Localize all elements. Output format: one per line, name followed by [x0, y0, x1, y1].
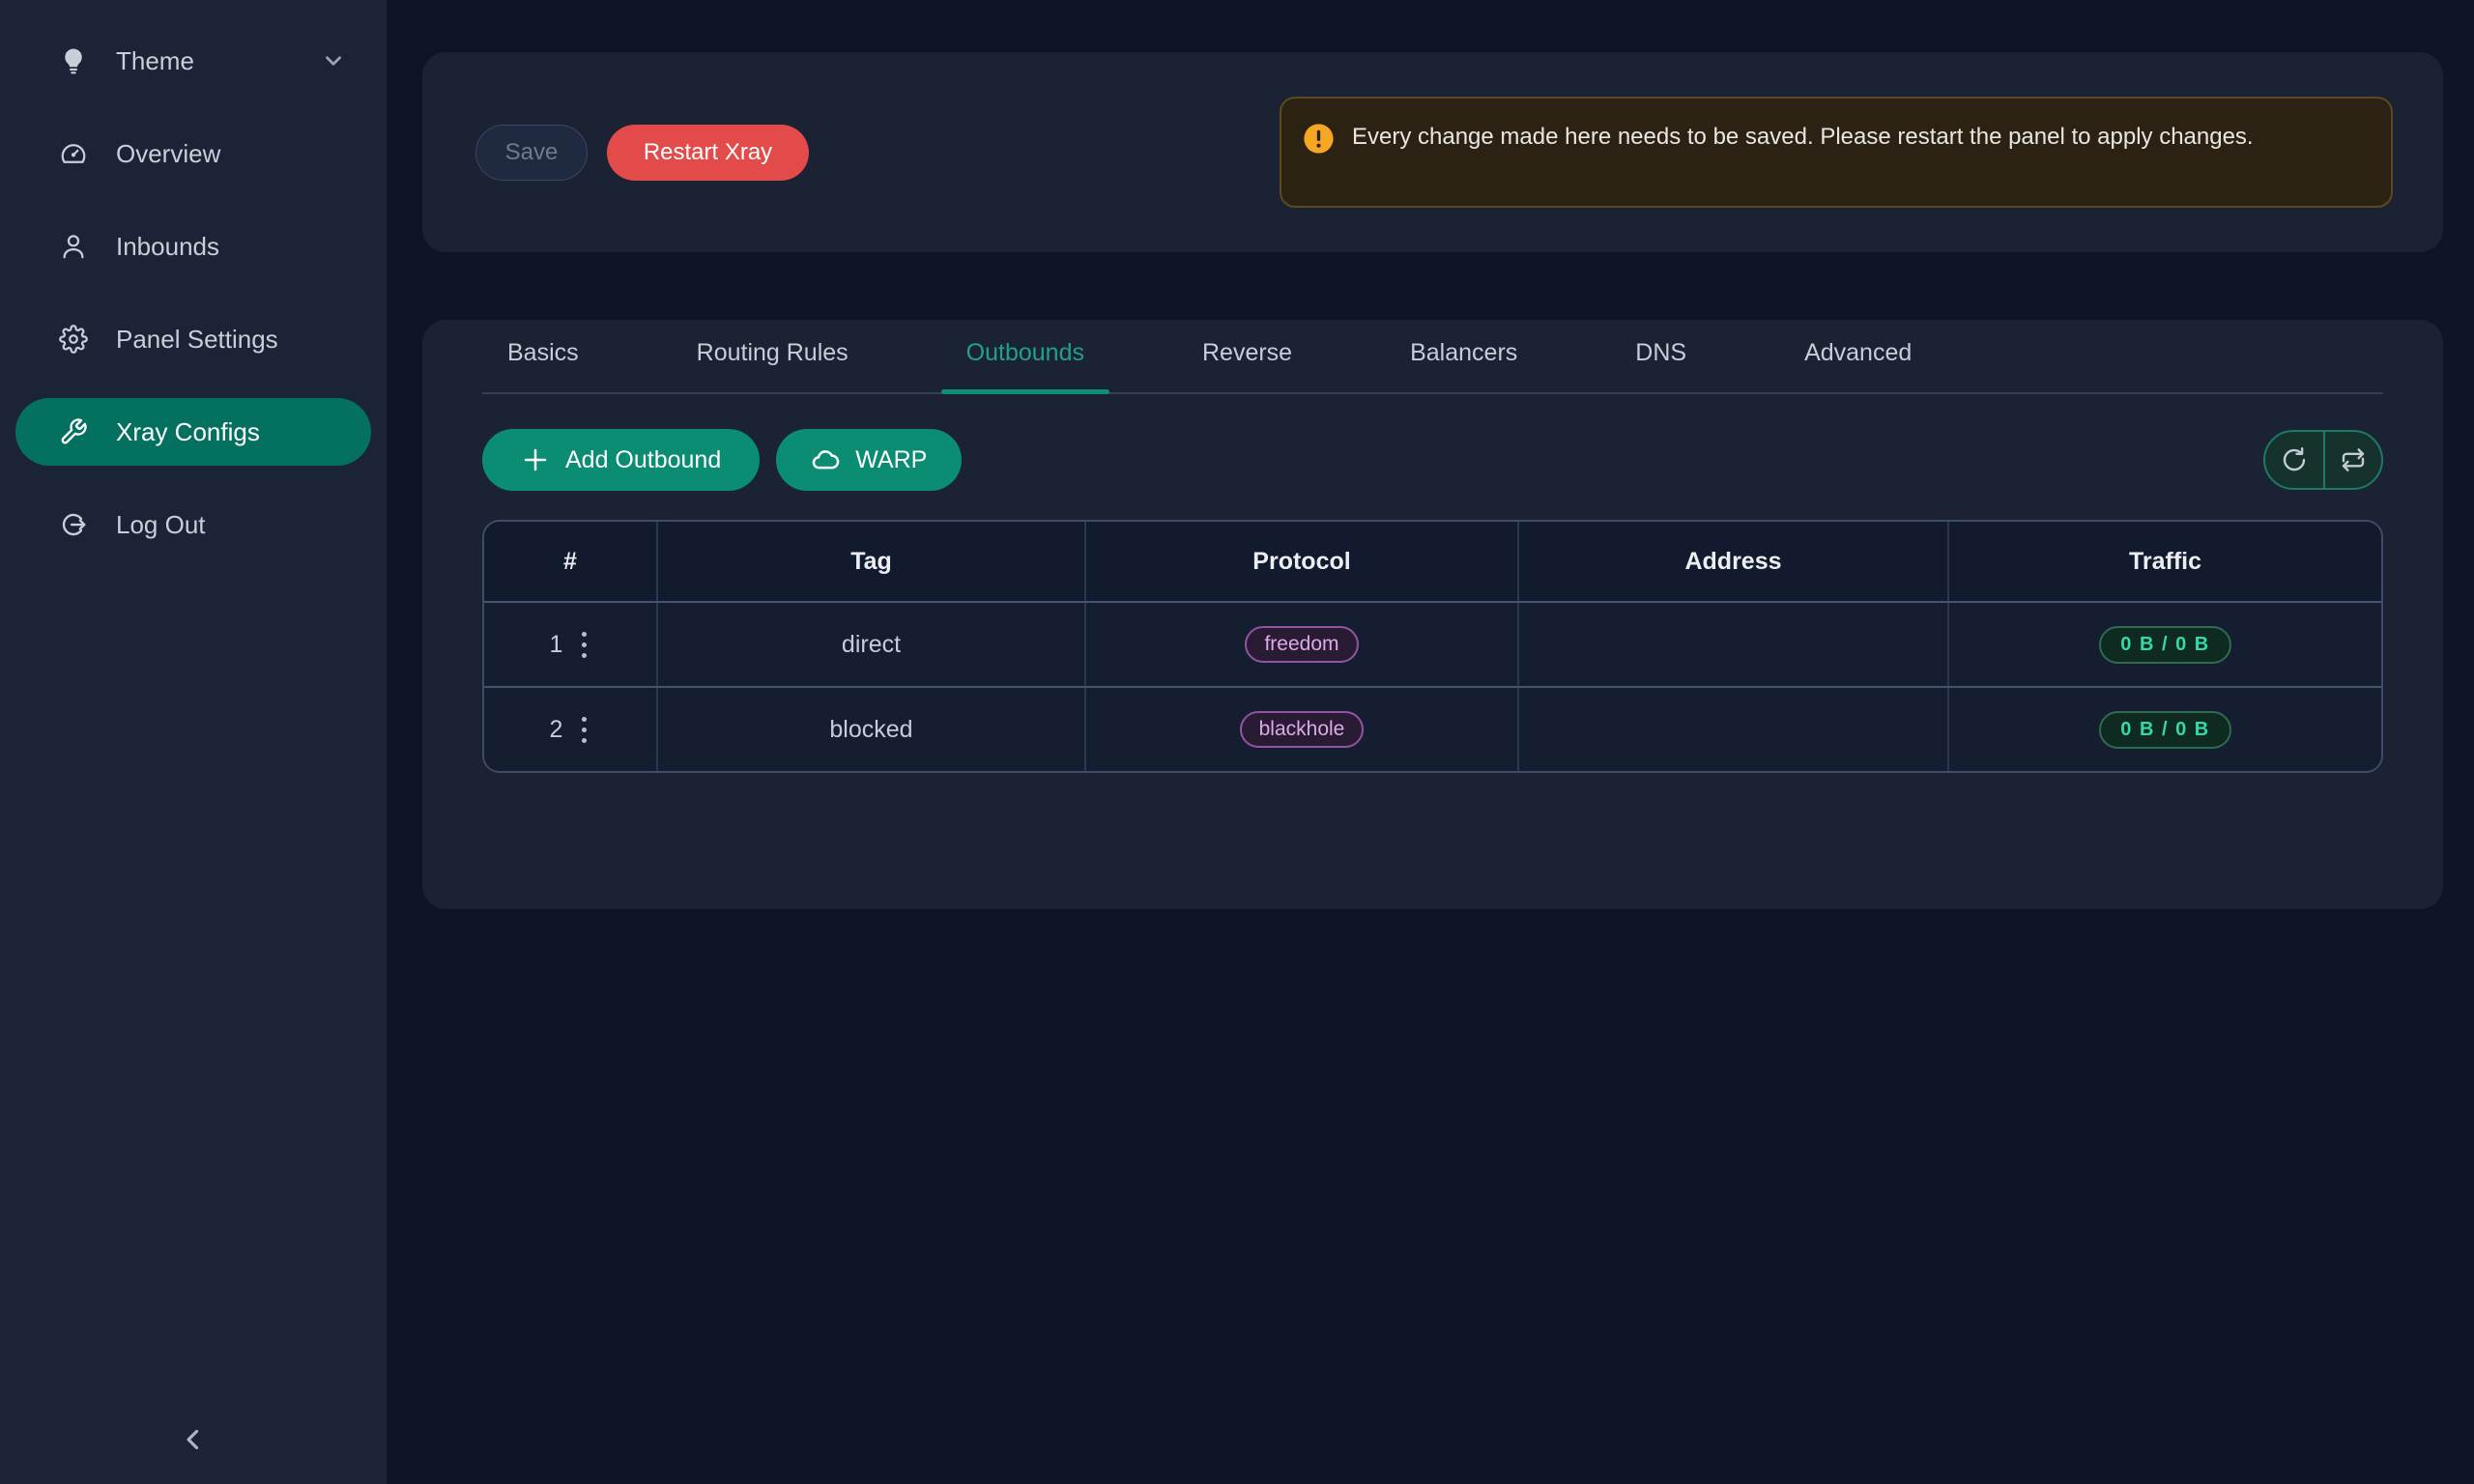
add-outbound-label: Add Outbound — [565, 446, 721, 474]
table-header: # Tag Protocol Address Traffic — [484, 522, 2381, 603]
plus-icon — [521, 445, 550, 474]
tab-dns[interactable]: DNS — [1624, 320, 1698, 392]
cell-tag: direct — [656, 603, 1084, 686]
tab-routing-rules[interactable]: Routing Rules — [685, 320, 860, 392]
restart-xray-button[interactable]: Restart Xray — [607, 125, 809, 181]
warp-label: WARP — [855, 446, 927, 474]
wrench-icon — [58, 416, 89, 447]
cloud-icon — [811, 445, 840, 474]
row-index: 2 — [550, 716, 563, 744]
save-restart-card: Save Restart Xray Every change made here… — [422, 52, 2443, 252]
sidebar-item-theme[interactable]: Theme — [15, 27, 371, 95]
column-header-protocol: Protocol — [1084, 522, 1517, 601]
sidebar-item-label: Inbounds — [116, 232, 346, 262]
tab-reverse[interactable]: Reverse — [1191, 320, 1304, 392]
outbounds-table: # Tag Protocol Address Traffic 1 direct — [482, 520, 2383, 773]
row-menu-icon[interactable] — [578, 628, 590, 662]
outbound-actions: Add Outbound WARP — [482, 429, 2383, 491]
sync-icon — [2280, 445, 2309, 474]
refresh-button-group — [2263, 430, 2383, 490]
sidebar-item-panel-settings[interactable]: Panel Settings — [15, 305, 371, 373]
sidebar-item-inbounds[interactable]: Inbounds — [15, 213, 371, 280]
chevron-down-icon — [321, 48, 346, 73]
cell-tag: blocked — [656, 688, 1084, 771]
column-header-tag: Tag — [656, 522, 1084, 601]
protocol-badge: blackhole — [1240, 711, 1365, 748]
row-handle: 2 — [550, 713, 591, 747]
cell-address — [1517, 688, 1947, 771]
sidebar-item-label: Panel Settings — [116, 325, 346, 355]
main-content: Save Restart Xray Every change made here… — [387, 0, 2474, 1484]
row-menu-icon[interactable] — [578, 713, 590, 747]
table-row: 2 blocked blackhole 0 B / 0 B — [484, 686, 2381, 771]
tab-advanced[interactable]: Advanced — [1793, 320, 1923, 392]
sidebar-item-label: Xray Configs — [116, 417, 346, 447]
protocol-badge: freedom — [1245, 626, 1358, 663]
sidebar-item-xray-configs[interactable]: Xray Configs — [15, 398, 371, 466]
column-header-address: Address — [1517, 522, 1947, 601]
bulb-icon — [58, 45, 89, 76]
warning-text: Every change made here needs to be saved… — [1352, 118, 2254, 157]
save-button[interactable]: Save — [475, 125, 588, 181]
warning-icon — [1303, 123, 1335, 155]
repeat-icon — [2339, 445, 2368, 474]
warp-button[interactable]: WARP — [776, 429, 962, 491]
tab-balancers[interactable]: Balancers — [1398, 320, 1529, 392]
sidebar-item-log-out[interactable]: Log Out — [15, 491, 371, 558]
traffic-badge: 0 B / 0 B — [2099, 626, 2230, 664]
sidebar-item-label: Overview — [116, 139, 346, 169]
sync-button[interactable] — [2265, 432, 2323, 488]
cell-address — [1517, 603, 1947, 686]
sidebar: Theme Overview — [0, 0, 387, 1484]
table-row: 1 direct freedom 0 B / 0 B — [484, 603, 2381, 686]
xray-config-card: Basics Routing Rules Outbounds Reverse B… — [422, 320, 2443, 909]
warning-alert: Every change made here needs to be saved… — [1280, 97, 2393, 208]
sidebar-item-overview[interactable]: Overview — [15, 120, 371, 187]
sidebar-collapse-button[interactable] — [0, 1422, 387, 1457]
column-header-traffic: Traffic — [1947, 522, 2381, 601]
traffic-badge: 0 B / 0 B — [2099, 711, 2230, 749]
add-outbound-button[interactable]: Add Outbound — [482, 429, 760, 491]
user-icon — [58, 231, 89, 262]
sidebar-item-label: Log Out — [116, 510, 346, 540]
topbar-buttons: Save Restart Xray — [475, 125, 809, 181]
sidebar-item-label: Theme — [116, 46, 321, 76]
chevron-left-icon — [177, 1423, 210, 1456]
row-index: 1 — [550, 631, 563, 659]
repeat-button[interactable] — [2323, 432, 2381, 488]
tab-outbounds[interactable]: Outbounds — [955, 320, 1096, 392]
app-root: Theme Overview — [0, 0, 2474, 1484]
gear-icon — [58, 324, 89, 355]
logout-icon — [58, 509, 89, 540]
row-handle: 1 — [550, 628, 591, 662]
config-tabs: Basics Routing Rules Outbounds Reverse B… — [482, 320, 2383, 394]
column-header-index: # — [484, 522, 656, 601]
gauge-icon — [58, 138, 89, 169]
tab-basics[interactable]: Basics — [496, 320, 590, 392]
